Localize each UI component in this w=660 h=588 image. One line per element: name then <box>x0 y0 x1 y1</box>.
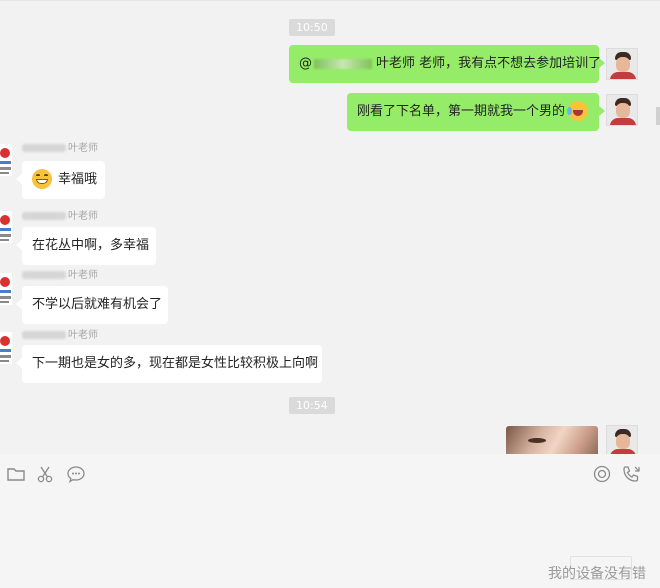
scrollbar-thumb[interactable] <box>656 107 660 125</box>
self-avatar[interactable] <box>606 48 638 80</box>
timestamp: 10:54 <box>289 397 335 414</box>
incoming-message-bubble[interactable]: 在花丛中啊，多幸福 <box>16 227 156 265</box>
timestamp: 10:50 <box>289 19 335 36</box>
self-avatar[interactable] <box>606 425 638 454</box>
incoming-message-bubble[interactable]: 下一期也是女的多，现在都是女性比较积极上向啊 <box>16 345 322 383</box>
folder-icon[interactable] <box>6 464 26 484</box>
sender-avatar[interactable] <box>0 144 12 176</box>
message-text: 叶老师 老师，我有点不想去参加培训了 <box>376 56 602 71</box>
chat-history-pane[interactable]: 10:50 @ 叶老师 老师，我有点不想去参加培训了 刚看了下名单，第一期就我一个… <box>0 0 660 454</box>
input-toolbar <box>0 455 660 493</box>
watermark-text: 我的设备没有错 <box>548 566 646 582</box>
sender-avatar[interactable] <box>0 211 12 243</box>
grinning-face-emoji-icon <box>32 168 52 189</box>
sender-avatar[interactable] <box>0 273 12 305</box>
phone-call-icon[interactable] <box>622 464 642 484</box>
sender-name: 叶老师 <box>22 329 98 343</box>
message-text: 不学以后就难有机会了 <box>32 297 163 312</box>
outgoing-message-bubble[interactable]: @ 叶老师 老师，我有点不想去参加培训了 <box>289 45 605 83</box>
self-avatar[interactable] <box>606 94 638 126</box>
redacted-name <box>314 58 372 69</box>
message-text: 下一期也是女的多，现在都是女性比较积极上向啊 <box>32 356 319 371</box>
scissors-icon[interactable] <box>35 464 55 484</box>
sender-avatar[interactable] <box>0 332 12 364</box>
message-text: 刚看了下名单，第一期就我一个男的 <box>357 104 566 119</box>
message-text: 幸福哦 <box>58 172 98 187</box>
voice-call-icon[interactable] <box>592 464 612 484</box>
sender-name: 叶老师 <box>22 142 98 156</box>
rolling-laughing-emoji-icon <box>567 100 589 121</box>
message-text: 在花丛中啊，多幸福 <box>32 238 150 253</box>
sender-name: 叶老师 <box>22 210 98 224</box>
image-message[interactable] <box>506 426 598 454</box>
incoming-message-bubble[interactable]: 幸福哦 <box>16 161 105 199</box>
chat-bubble-icon[interactable] <box>66 464 86 484</box>
sender-name: 叶老师 <box>22 269 98 283</box>
mention-prefix: @ <box>299 56 312 71</box>
incoming-message-bubble[interactable]: 不学以后就难有机会了 <box>16 286 168 324</box>
outgoing-message-bubble[interactable]: 刚看了下名单，第一期就我一个男的 <box>347 93 605 131</box>
